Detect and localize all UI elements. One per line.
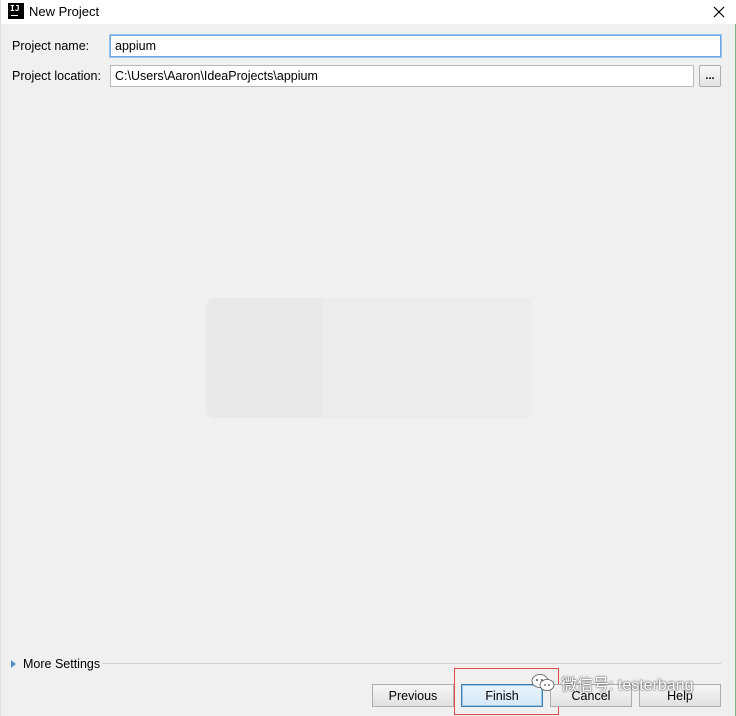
- project-name-input[interactable]: appium: [110, 35, 721, 57]
- wechat-watermark: 微信号: testerbang: [531, 670, 694, 696]
- window-title: New Project: [29, 4, 100, 19]
- browse-button[interactable]: ...: [699, 65, 721, 87]
- previous-button[interactable]: Previous: [372, 684, 454, 707]
- project-location-input[interactable]: C:\Users\Aaron\IdeaProjects\appium: [110, 65, 694, 87]
- wechat-icon: [531, 674, 555, 691]
- watermark-text: 微信号: testerbang: [561, 677, 694, 694]
- triangle-right-icon: [11, 660, 16, 668]
- more-settings-toggle[interactable]: More Settings: [11, 656, 100, 672]
- close-button[interactable]: [701, 0, 736, 24]
- close-icon: [713, 6, 725, 18]
- title-bar: IJ New Project: [1, 0, 736, 24]
- project-location-label: Project location:: [12, 69, 101, 83]
- background-ghost-panel: [206, 298, 532, 418]
- settings-separator: [102, 663, 721, 664]
- more-settings-label: More Settings: [23, 657, 101, 671]
- new-project-dialog: IJ New Project Project name: appium Proj…: [0, 0, 736, 716]
- intellij-app-icon: IJ: [8, 3, 24, 19]
- project-name-label: Project name:: [12, 39, 90, 53]
